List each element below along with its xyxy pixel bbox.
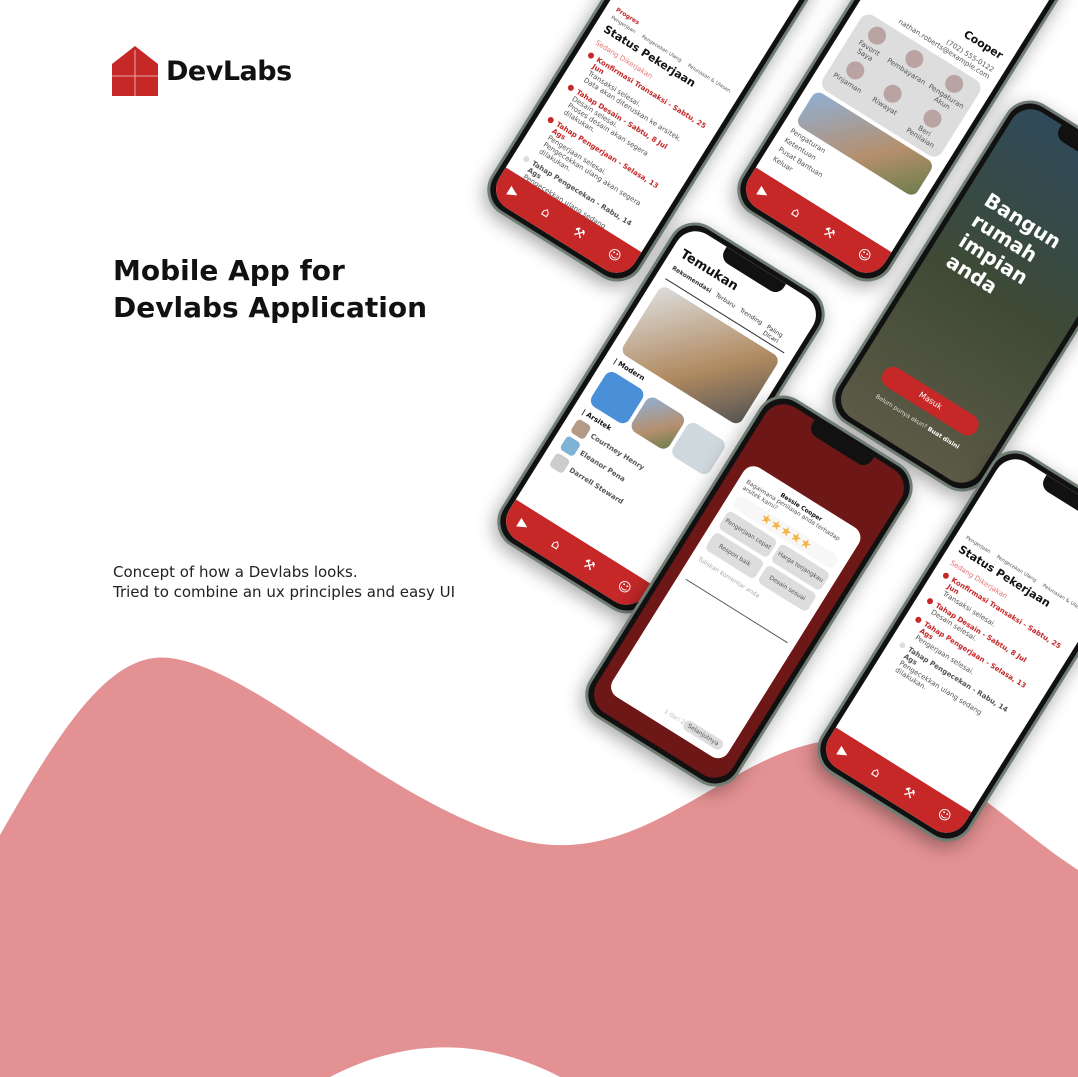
splash-tagline: Bangun rumah impian anda xyxy=(941,187,1066,299)
worker-icon[interactable]: ⚒ xyxy=(820,224,838,243)
play-icon[interactable]: ▶ xyxy=(755,183,771,201)
puzzle-house-icon xyxy=(112,46,158,96)
headline: Mobile App for Devlabs Application xyxy=(113,252,427,326)
headline-line: Mobile App for xyxy=(113,254,345,287)
description-line: Concept of how a Devlabs looks. xyxy=(113,563,358,581)
brand-name: DevLabs xyxy=(166,55,292,87)
headline-line: Devlabs Application xyxy=(113,291,428,324)
home-icon[interactable]: ⌂ xyxy=(548,536,563,553)
worker-icon[interactable]: ⚒ xyxy=(570,224,588,243)
play-icon[interactable]: ▶ xyxy=(835,743,851,761)
avatar xyxy=(559,435,582,458)
description: Concept of how a Devlabs looks. Tried to… xyxy=(113,562,455,602)
grid-label: Beri Penilaian xyxy=(904,124,936,150)
user-icon[interactable]: ☺ xyxy=(605,245,624,265)
play-icon[interactable]: ▶ xyxy=(515,515,531,533)
play-icon[interactable]: ▶ xyxy=(505,183,521,201)
next-button[interactable]: Selanjutnya xyxy=(680,718,726,752)
worker-icon[interactable]: ⚒ xyxy=(580,556,598,575)
user-icon[interactable]: ☺ xyxy=(615,577,634,597)
avatar xyxy=(548,452,571,475)
home-icon[interactable]: ⌂ xyxy=(868,764,883,781)
tab-newest[interactable]: Terbaru xyxy=(710,292,737,316)
description-line: Tried to combine an ux principles and ea… xyxy=(113,583,456,601)
user-icon[interactable]: ☺ xyxy=(935,805,954,825)
home-icon[interactable]: ⌂ xyxy=(788,204,803,221)
user-icon[interactable]: ☺ xyxy=(855,245,874,265)
worker-icon[interactable]: ⚒ xyxy=(900,784,918,803)
brand: DevLabs xyxy=(112,46,292,96)
home-icon[interactable]: ⌂ xyxy=(538,204,553,221)
